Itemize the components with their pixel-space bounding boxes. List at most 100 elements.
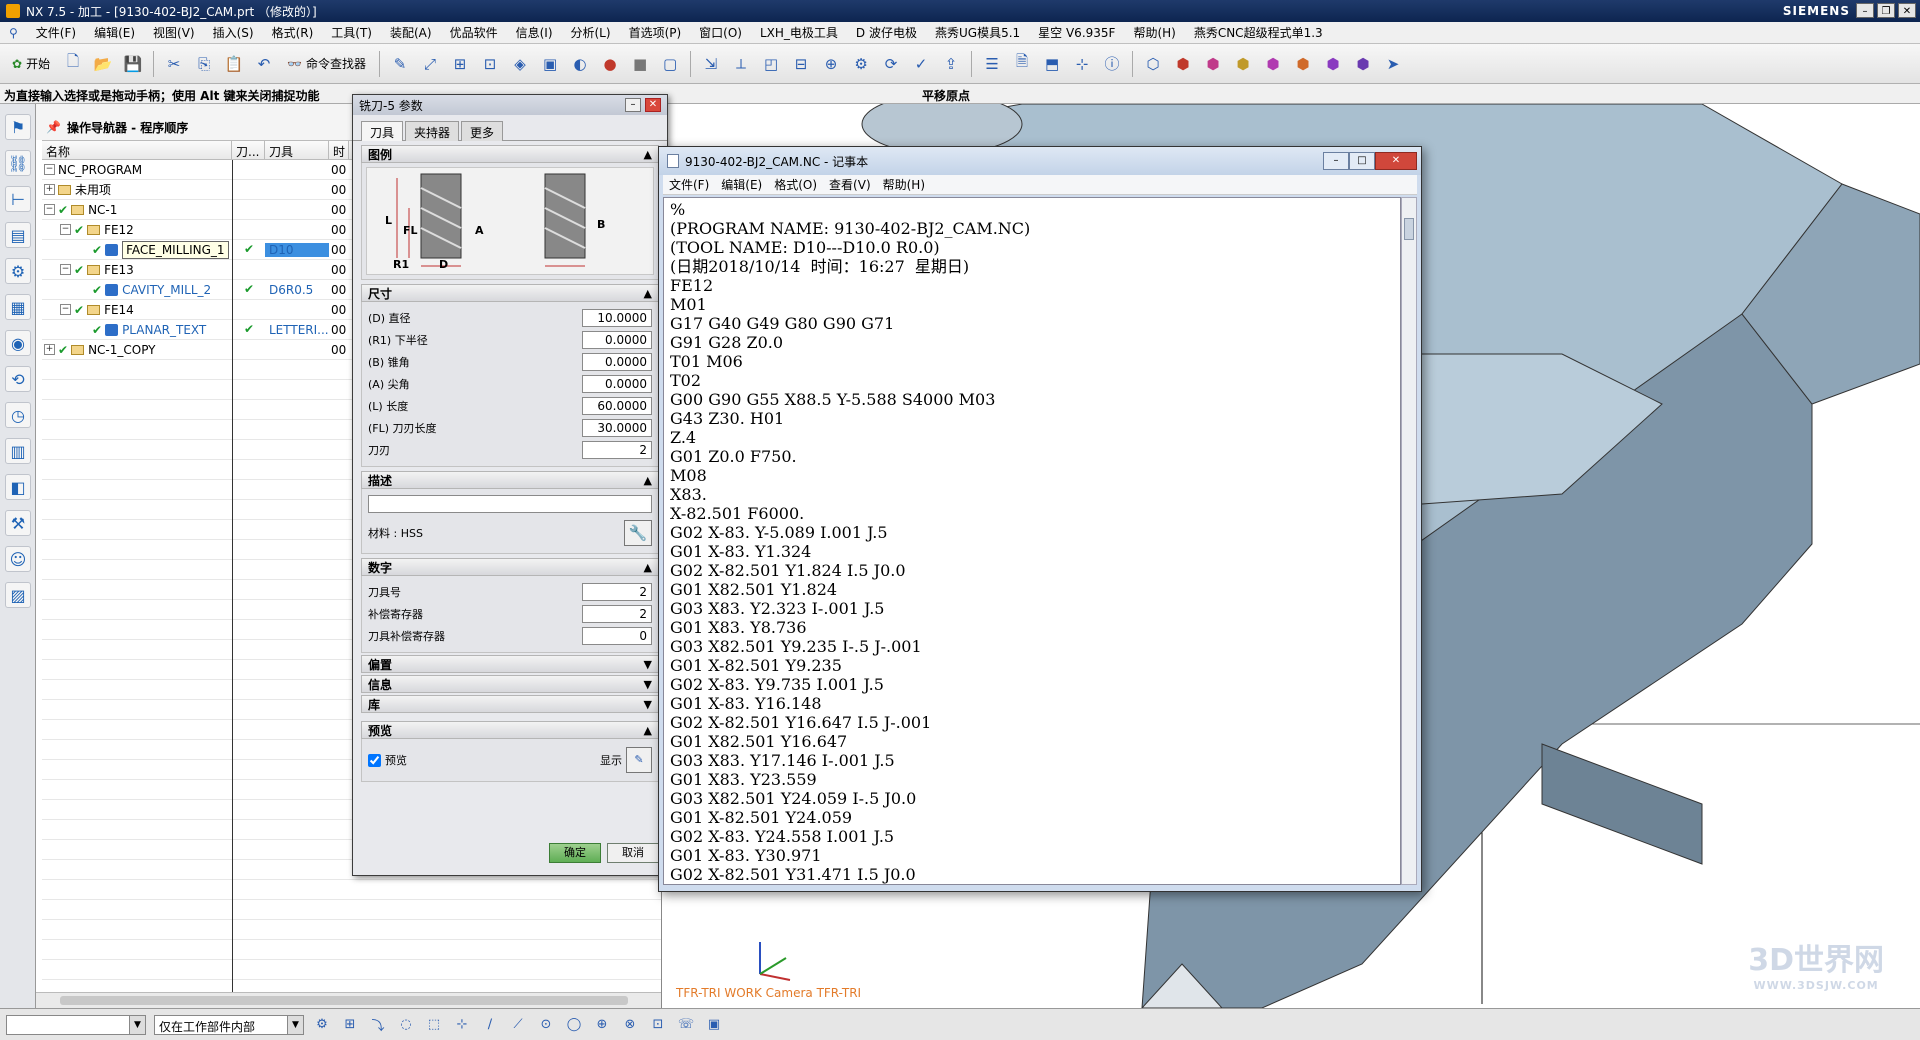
- param-input[interactable]: 30.0000: [582, 419, 652, 437]
- column-tool[interactable]: 刀具: [265, 141, 329, 159]
- table-row[interactable]: [42, 940, 661, 960]
- assembly-navigator-icon[interactable]: ⚑: [5, 114, 31, 140]
- notepad-menu-item[interactable]: 格式(O): [768, 176, 823, 193]
- menu-item[interactable]: 帮助(H): [1124, 24, 1184, 41]
- close-button[interactable]: ✕: [1898, 3, 1916, 18]
- menu-item[interactable]: 插入(S): [204, 24, 263, 41]
- web-browser-icon[interactable]: ◉: [5, 330, 31, 356]
- param-input[interactable]: 60.0000: [582, 397, 652, 415]
- notepad-menu-item[interactable]: 帮助(H): [877, 176, 931, 193]
- menu-item[interactable]: 信息(I): [507, 24, 562, 41]
- cancel-button[interactable]: 取消: [607, 843, 659, 863]
- box-blue-icon[interactable]: ⬡: [1140, 51, 1166, 77]
- menu-item[interactable]: 工具(T): [322, 24, 381, 41]
- param-input[interactable]: 2: [582, 583, 652, 601]
- expand-icon[interactable]: ▼: [644, 678, 652, 691]
- menu-item[interactable]: 优品软件: [441, 24, 507, 41]
- clock-icon[interactable]: ◷: [5, 402, 31, 428]
- edit-object-icon[interactable]: ✎: [387, 51, 413, 77]
- pin-icon[interactable]: 📌: [46, 120, 61, 134]
- lasso-icon[interactable]: ◌: [396, 1015, 416, 1035]
- menu-item[interactable]: 装配(A): [381, 24, 441, 41]
- library-header[interactable]: 库 ▼: [361, 695, 659, 713]
- menu-item[interactable]: LXH_电极工具: [751, 24, 847, 41]
- collapse-icon[interactable]: ▲: [644, 148, 652, 161]
- midpoint-snap-icon[interactable]: ∕: [480, 1015, 500, 1035]
- param-input[interactable]: 2: [582, 441, 652, 459]
- scroll-thumb[interactable]: [60, 996, 628, 1005]
- expand-toggle-icon[interactable]: −: [60, 224, 71, 235]
- menu-item[interactable]: 首选项(P): [620, 24, 691, 41]
- table-row[interactable]: [42, 900, 661, 920]
- selection-scope-combo[interactable]: 仅在工作部件内部 ▼: [154, 1014, 304, 1035]
- constraint-navigator-icon[interactable]: ⛓: [5, 150, 31, 176]
- expand-icon[interactable]: ▼: [644, 698, 652, 711]
- copy-icon[interactable]: ⎘: [191, 51, 217, 77]
- tools-icon[interactable]: ⚒: [5, 510, 31, 536]
- nx-menu-icon[interactable]: ⚲: [0, 26, 27, 40]
- restore-button[interactable]: ❐: [1877, 3, 1895, 18]
- menu-item[interactable]: 文件(F): [27, 24, 85, 41]
- show-tool-icon[interactable]: ✎: [626, 747, 652, 773]
- cut-icon[interactable]: ✂: [161, 51, 187, 77]
- expand-icon[interactable]: ▼: [644, 658, 652, 671]
- preview-checkbox[interactable]: [368, 753, 381, 767]
- verify-path-icon[interactable]: ✓: [908, 51, 934, 77]
- control-point-icon[interactable]: ⟋: [508, 1015, 528, 1035]
- notepad-titlebar[interactable]: 9130-402-BJ2_CAM.NC - 记事本 – □ ✕: [659, 147, 1421, 175]
- replay-path-icon[interactable]: ⟳: [878, 51, 904, 77]
- param-input[interactable]: 0: [582, 627, 652, 645]
- arrow-right-icon[interactable]: ➤: [1380, 51, 1406, 77]
- column-name[interactable]: 名称: [42, 141, 232, 159]
- expand-toggle-icon[interactable]: +: [44, 344, 55, 355]
- legend-header[interactable]: 图例 ▲: [361, 145, 659, 163]
- notepad-minimize-button[interactable]: –: [1323, 152, 1349, 170]
- menu-item[interactable]: 视图(V): [144, 24, 204, 41]
- table-row[interactable]: [42, 920, 661, 940]
- transform-icon[interactable]: ⤢: [417, 51, 443, 77]
- start-button[interactable]: ✿ 开始: [6, 51, 56, 77]
- shaded-cube-icon[interactable]: ▣: [537, 51, 563, 77]
- operation-navigator-icon[interactable]: ▤: [5, 222, 31, 248]
- expand-toggle-icon[interactable]: +: [44, 184, 55, 195]
- scroll-thumb[interactable]: [1404, 218, 1414, 240]
- box-yellow-icon[interactable]: ⬢: [1230, 51, 1256, 77]
- info-header[interactable]: 信息 ▼: [361, 675, 659, 693]
- command-finder-button[interactable]: 👓 命令查找器: [281, 51, 372, 77]
- dimensions-header[interactable]: 尺寸 ▲: [361, 284, 659, 302]
- collapse-icon[interactable]: ▲: [644, 474, 652, 487]
- menu-item[interactable]: 窗口(O): [690, 24, 751, 41]
- column-time[interactable]: 时: [329, 141, 349, 159]
- menu-item[interactable]: 星空 V6.935F: [1029, 24, 1124, 41]
- endpoint-snap-icon[interactable]: ⊹: [452, 1015, 472, 1035]
- notepad-scrollbar[interactable]: [1401, 197, 1417, 885]
- expand-toggle-icon[interactable]: −: [44, 164, 55, 175]
- expand-toggle-icon[interactable]: −: [60, 304, 71, 315]
- dropdown-icon[interactable]: ▼: [287, 1015, 303, 1034]
- notepad-menu-item[interactable]: 文件(F): [663, 176, 715, 193]
- create-program-icon[interactable]: ⇲: [698, 51, 724, 77]
- notepad-close-button[interactable]: ✕: [1375, 152, 1417, 170]
- part-navigator-icon[interactable]: ⊢: [5, 186, 31, 212]
- notepad-menu-item[interactable]: 查看(V): [823, 176, 877, 193]
- minimize-button[interactable]: –: [1856, 3, 1874, 18]
- render-style-icon[interactable]: ◐: [567, 51, 593, 77]
- point-icon[interactable]: ⊡: [648, 1015, 668, 1035]
- palette-icon[interactable]: ◧: [5, 474, 31, 500]
- menu-item[interactable]: 燕秀CNC超级程式单1.3: [1185, 24, 1332, 41]
- undo-icon[interactable]: ↶: [251, 51, 277, 77]
- select-all-icon[interactable]: ⤵: [368, 1015, 388, 1035]
- tab-more[interactable]: 更多: [461, 121, 504, 141]
- box-orange-icon[interactable]: ⬢: [1290, 51, 1316, 77]
- phone-icon[interactable]: ☏: [676, 1015, 696, 1035]
- expand-toggle-icon[interactable]: −: [44, 204, 55, 215]
- menu-item[interactable]: 格式(R): [263, 24, 323, 41]
- collapse-icon[interactable]: ▲: [644, 724, 652, 737]
- menu-item[interactable]: 燕秀UG模具5.1: [926, 24, 1029, 41]
- param-input[interactable]: 0.0000: [582, 353, 652, 371]
- menu-item[interactable]: 分析(L): [562, 24, 620, 41]
- orient-view-icon[interactable]: ◈: [507, 51, 533, 77]
- tab-holder[interactable]: 夹持器: [405, 121, 460, 141]
- grey-cube-icon[interactable]: ■: [627, 51, 653, 77]
- open-folder-icon[interactable]: 📂: [90, 51, 116, 77]
